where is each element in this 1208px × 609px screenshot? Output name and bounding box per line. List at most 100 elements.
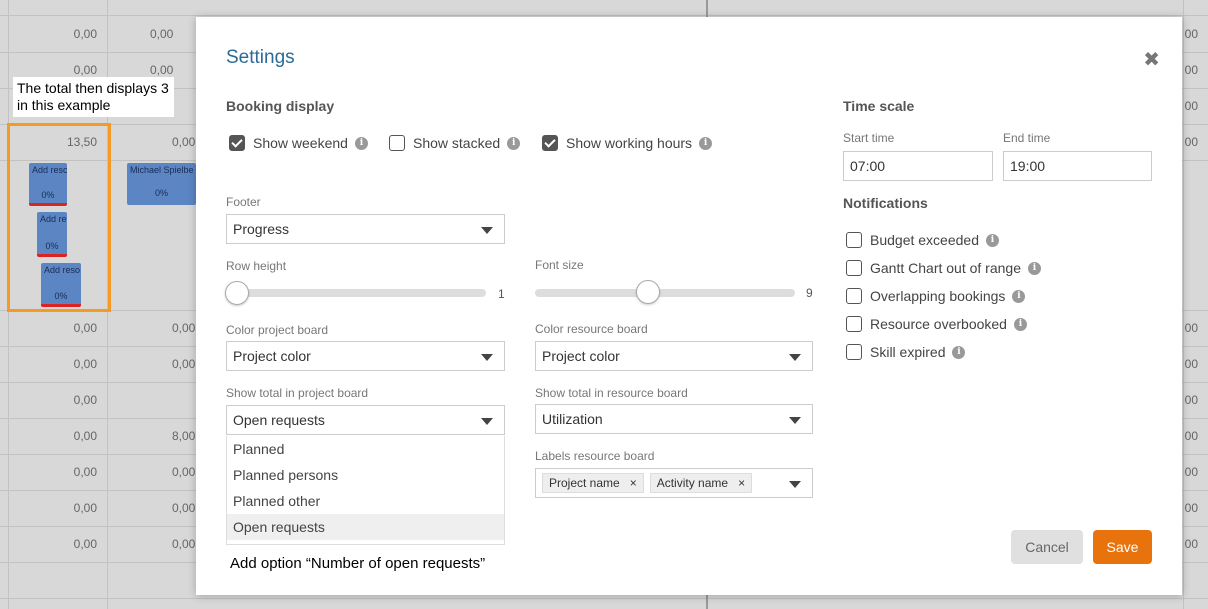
remove-tag-icon[interactable]: × — [738, 476, 745, 490]
info-icon[interactable]: i — [952, 345, 966, 359]
grid-value: 00 — [1184, 465, 1198, 479]
booking-bar[interactable]: Michael Spielbe 0% — [127, 163, 196, 205]
checkbox-label: Show working hours — [566, 135, 693, 151]
font-size-value: 9 — [806, 286, 813, 300]
grid-value: 00 — [1184, 393, 1198, 407]
grid-value: 0,00 — [73, 63, 97, 77]
checkbox-label: Resource overbooked — [870, 316, 1007, 332]
checkbox-unchecked-icon[interactable] — [846, 344, 862, 360]
grid-value: 00 — [1184, 321, 1198, 335]
info-icon[interactable]: i — [507, 136, 521, 150]
cancel-button[interactable]: Cancel — [1011, 530, 1083, 564]
grid-value: 00 — [1184, 537, 1198, 551]
annotation-note: The total then displays 3 in this exampl… — [13, 77, 174, 117]
info-icon[interactable]: i — [985, 233, 999, 247]
show-weekend-checkbox[interactable]: Show weekend i — [229, 135, 368, 151]
select-value: Open requests — [233, 412, 325, 428]
checkbox-checked-icon[interactable] — [542, 135, 558, 151]
grid-value: 0,00 — [73, 393, 97, 407]
row-height-slider-knob[interactable] — [225, 281, 249, 305]
font-size-label: Font size — [535, 258, 584, 272]
color-project-board-select[interactable]: Project color — [226, 341, 505, 371]
info-icon[interactable]: i — [1027, 261, 1041, 275]
grid-value: 0,00 — [172, 357, 196, 371]
checkbox-label: Budget exceeded — [870, 232, 979, 248]
remove-tag-icon[interactable]: × — [630, 476, 637, 490]
booking-percent: 0% — [154, 188, 168, 198]
gantt-out-of-range-checkbox[interactable]: Gantt Chart out of range i — [846, 260, 1041, 276]
option-planned[interactable]: Planned — [227, 436, 504, 462]
grid-value: 0,00 — [172, 501, 196, 515]
grid-value: 00 — [1184, 429, 1198, 443]
show-working-hours-checkbox[interactable]: Show working hours i — [542, 135, 713, 151]
grid-value: 0,00 — [73, 465, 97, 479]
end-time-input[interactable] — [1003, 151, 1152, 181]
select-value: Utilization — [542, 411, 603, 427]
checkbox-unchecked-icon[interactable] — [846, 288, 862, 304]
start-time-input[interactable] — [843, 151, 993, 181]
grid-value: 0,00 — [172, 321, 196, 335]
info-icon[interactable]: i — [1012, 289, 1026, 303]
checkbox-checked-icon[interactable] — [229, 135, 245, 151]
grid-value: 0,00 — [150, 63, 174, 77]
tag-label: Activity name — [656, 476, 729, 490]
option-open-requests[interactable]: Open requests — [227, 514, 504, 540]
font-size-slider-knob[interactable] — [636, 280, 660, 304]
row-height-value: 1 — [498, 287, 505, 301]
info-icon[interactable]: i — [1013, 317, 1027, 331]
tag-activity-name: Activity name × — [649, 473, 753, 493]
grid-line — [0, 598, 1208, 599]
row-height-label: Row height — [226, 259, 287, 273]
chevron-down-icon — [789, 417, 801, 424]
grid-line — [1183, 0, 1184, 609]
save-button[interactable]: Save — [1093, 530, 1152, 564]
time-scale-title: Time scale — [843, 98, 915, 114]
resource-overbooked-checkbox[interactable]: Resource overbooked i — [846, 316, 1027, 332]
row-height-slider-track[interactable] — [226, 289, 486, 297]
font-size-slider-track[interactable] — [535, 289, 795, 297]
color-project-board-label: Color project board — [226, 323, 329, 337]
close-icon[interactable]: ✖ — [1143, 47, 1160, 72]
select-value: Project color — [233, 348, 311, 364]
footer-select[interactable]: Progress — [226, 214, 505, 244]
info-icon[interactable]: i — [699, 136, 713, 150]
checkbox-label: Skill expired — [870, 344, 946, 360]
grid-value: 0,00 — [172, 465, 196, 479]
checkbox-unchecked-icon[interactable] — [389, 135, 405, 151]
grid-value: 0,00 — [73, 321, 97, 335]
show-total-project-select[interactable]: Open requests — [226, 405, 505, 435]
info-icon[interactable]: i — [354, 136, 368, 150]
labels-resource-label: Labels resource board — [535, 449, 655, 463]
chevron-down-icon — [481, 418, 493, 425]
select-value: Project color — [542, 348, 620, 364]
grid-value: 00 — [1184, 99, 1198, 113]
chevron-down-icon — [789, 481, 801, 488]
settings-modal: Settings ✖ Booking display Show weekend … — [196, 17, 1182, 595]
checkbox-label: Gantt Chart out of range — [870, 260, 1021, 276]
highlight-box — [7, 123, 111, 312]
color-resource-board-select[interactable]: Project color — [535, 341, 813, 371]
checkbox-unchecked-icon[interactable] — [846, 232, 862, 248]
show-total-resource-select[interactable]: Utilization — [535, 404, 813, 434]
checkbox-unchecked-icon[interactable] — [846, 316, 862, 332]
grid-value: 0,00 — [73, 357, 97, 371]
show-stacked-checkbox[interactable]: Show stacked i — [389, 135, 521, 151]
start-time-label: Start time — [843, 131, 895, 145]
checkbox-unchecked-icon[interactable] — [846, 260, 862, 276]
grid-value: 00 — [1184, 135, 1198, 149]
checkbox-label: Show weekend — [253, 135, 348, 151]
show-total-project-options: Planned Planned persons Planned other Op… — [226, 436, 505, 545]
option-planned-other[interactable]: Planned other — [227, 488, 504, 514]
checkbox-label: Overlapping bookings — [870, 288, 1006, 304]
chevron-down-icon — [481, 227, 493, 234]
option-planned-persons[interactable]: Planned persons — [227, 462, 504, 488]
chevron-down-icon — [481, 354, 493, 361]
budget-exceeded-checkbox[interactable]: Budget exceeded i — [846, 232, 999, 248]
skill-expired-checkbox[interactable]: Skill expired i — [846, 344, 966, 360]
grid-value: 0,00 — [150, 27, 174, 41]
show-total-project-label: Show total in project board — [226, 386, 369, 400]
booking-label: Michael Spielbe — [130, 165, 194, 175]
overlapping-bookings-checkbox[interactable]: Overlapping bookings i — [846, 288, 1026, 304]
grid-value: 8,00 — [172, 429, 196, 443]
labels-resource-select[interactable]: Project name × Activity name × — [535, 468, 813, 498]
